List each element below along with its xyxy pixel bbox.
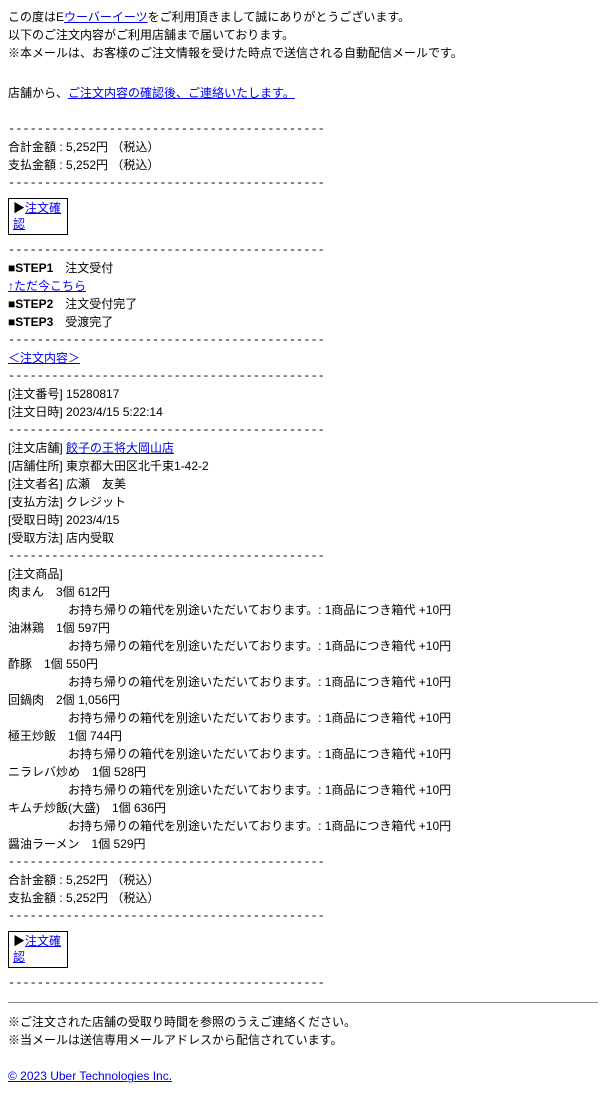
payment-value: クレジット (66, 495, 126, 509)
step1-text: 注文受付 (65, 261, 113, 275)
step3-label: ■STEP3 (8, 315, 53, 329)
intro-line1a: この度はE (8, 10, 64, 24)
total-value-2: 5,252円 （税込） (66, 873, 159, 887)
order-item: 肉まん 3個 612円 (8, 583, 598, 601)
customer-name-label: [注文者名] (8, 477, 66, 491)
order-details-link[interactable]: ＜注文内容＞ (8, 351, 80, 365)
receive-dt-label: [受取日時] (8, 513, 66, 527)
step1-label: ■STEP1 (8, 261, 53, 275)
divider: ----------------------------------------… (8, 974, 598, 992)
arrow-icon: ▶ (13, 934, 25, 948)
order-dt-value: 2023/4/15 5:22:14 (66, 405, 163, 419)
confirm-order-button-2[interactable]: ▶注文確認 (8, 931, 68, 968)
customer-name-value: 広瀬 友美 (66, 477, 126, 491)
copyright-link[interactable]: © 2023 Uber Technologies Inc. (8, 1069, 172, 1083)
total-label: 合計金額 : (8, 140, 66, 154)
step2-label: ■STEP2 (8, 297, 53, 311)
shop-link[interactable]: 餃子の王将大岡山店 (66, 441, 174, 455)
pay-label: 支払金額 : (8, 158, 66, 172)
arrow-icon: ▶ (13, 201, 25, 215)
service-name-link[interactable]: ウーバーイーツ (64, 10, 148, 24)
divider: ----------------------------------------… (8, 331, 598, 349)
footer-note2: ※当メールは送信専用メールアドレスから配信されています。 (8, 1031, 598, 1049)
footer-note1: ※ご注文された店舗の受取り時間を参照のうえご連絡ください。 (8, 1013, 598, 1031)
order-item: ニラレバ炒め 1個 528円 (8, 763, 598, 781)
divider: ----------------------------------------… (8, 547, 598, 565)
total-value: 5,252円 （税込） (66, 140, 159, 154)
order-item: 酢豚 1個 550円 (8, 655, 598, 673)
box-fee-note: お持ち帰りの箱代を別途いただいております。: 1商品につき箱代 +10円 (8, 745, 598, 763)
order-item: 醤油ラーメン 1個 529円 (8, 835, 598, 853)
box-fee-note: お持ち帰りの箱代を別途いただいております。: 1商品につき箱代 +10円 (8, 673, 598, 691)
divider: ----------------------------------------… (8, 174, 598, 192)
items-list: 肉まん 3個 612円お持ち帰りの箱代を別途いただいております。: 1商品につき… (8, 583, 598, 853)
order-item: キムチ炒飯(大盛) 1個 636円 (8, 799, 598, 817)
confirm-order-button[interactable]: ▶注文確認 (8, 198, 68, 235)
intro-line1c: をご利用頂きまして誠にありがとうございます。 (148, 10, 410, 24)
pay-value: 5,252円 （税込） (66, 158, 159, 172)
divider: ----------------------------------------… (8, 367, 598, 385)
divider: ----------------------------------------… (8, 907, 598, 925)
intro-line2: 以下のご注文内容がご利用店舗まで届いております。 (8, 26, 598, 44)
divider: ----------------------------------------… (8, 421, 598, 439)
box-fee-note: お持ち帰りの箱代を別途いただいております。: 1商品につき箱代 +10円 (8, 709, 598, 727)
footer-separator (8, 1002, 598, 1003)
addr-value: 東京都大田区北千束1-42-2 (66, 459, 209, 473)
box-fee-note: お持ち帰りの箱代を別途いただいております。: 1商品につき箱代 +10円 (8, 601, 598, 619)
order-num-value: 15280817 (66, 387, 119, 401)
contact-link[interactable]: ご注文内容の確認後、ご連絡いたします。 (68, 86, 295, 100)
box-fee-note: お持ち帰りの箱代を別途いただいております。: 1商品につき箱代 +10円 (8, 781, 598, 799)
pay-label-2: 支払金額 : (8, 891, 66, 905)
order-num-label: [注文番号] (8, 387, 66, 401)
divider: ----------------------------------------… (8, 241, 598, 259)
contact-prefix: 店舗から、 (8, 86, 68, 100)
contact-line: 店舗から、ご注文内容の確認後、ご連絡いたします。 (8, 84, 598, 102)
intro-block: この度はEウーバーイーツをご利用頂きまして誠にありがとうございます。 以下のご注… (8, 8, 598, 62)
pay-value-2: 5,252円 （税込） (66, 891, 159, 905)
order-item: 極王炒飯 1個 744円 (8, 727, 598, 745)
receive-method-label: [受取方法] (8, 531, 66, 545)
box-fee-note: お持ち帰りの箱代を別途いただいております。: 1商品につき箱代 +10円 (8, 637, 598, 655)
box-fee-note: お持ち帰りの箱代を別途いただいております。: 1商品につき箱代 +10円 (8, 817, 598, 835)
step2-text: 注文受付完了 (65, 297, 137, 311)
addr-label: [店舗住所] (8, 459, 66, 473)
items-label: [注文商品] (8, 565, 598, 583)
current-step-link[interactable]: ↑ただ今こちら (8, 279, 86, 293)
intro-line3: ※本メールは、お客様のご注文情報を受けた時点で送信される自動配信メールです。 (8, 44, 598, 62)
receive-dt-value: 2023/4/15 (66, 513, 119, 527)
shop-label: [注文店舗] (8, 441, 66, 455)
order-item: 回鍋肉 2個 1,056円 (8, 691, 598, 709)
divider: ----------------------------------------… (8, 120, 598, 138)
order-dt-label: [注文日時] (8, 405, 66, 419)
receive-method-value: 店内受取 (66, 531, 114, 545)
total-label-2: 合計金額 : (8, 873, 66, 887)
step3-text: 受渡完了 (65, 315, 113, 329)
payment-label: [支払方法] (8, 495, 66, 509)
divider: ----------------------------------------… (8, 853, 598, 871)
order-item: 油淋鶏 1個 597円 (8, 619, 598, 637)
